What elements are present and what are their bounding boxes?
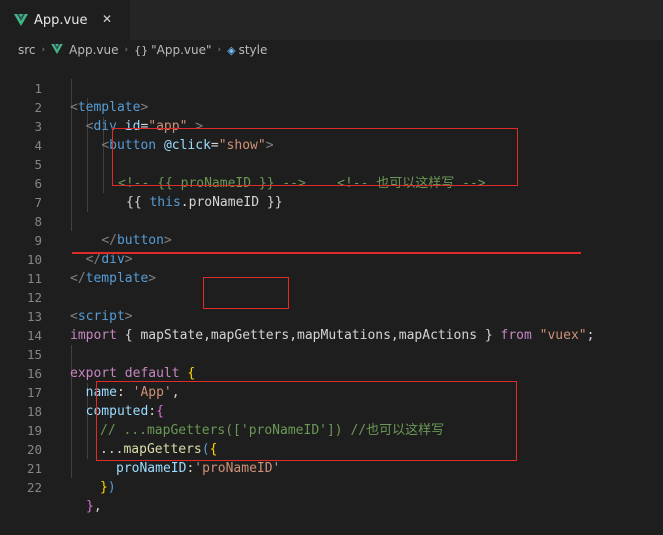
breadcrumb-folder[interactable]: src bbox=[18, 43, 36, 57]
comma: , bbox=[93, 499, 102, 514]
vue-logo-icon bbox=[14, 14, 28, 26]
line-number: 22 bbox=[26, 480, 42, 495]
brace: } bbox=[100, 480, 108, 495]
breadcrumb-file[interactable]: App.vue bbox=[51, 43, 119, 57]
chevron-right-icon: › bbox=[217, 45, 222, 55]
breadcrumb: src › App.vue › {} "App.vue" › ◈ style bbox=[0, 40, 663, 60]
paren: ) bbox=[107, 480, 116, 495]
tab-app-vue[interactable]: App.vue ✕ bbox=[0, 0, 130, 40]
code-line: 8 </button> bbox=[0, 193, 663, 248]
breadcrumb-object[interactable]: {} "App.vue" bbox=[134, 43, 211, 57]
braces-icon: {} bbox=[134, 43, 149, 57]
code-line: 22 }, bbox=[0, 459, 663, 514]
brace: } bbox=[86, 499, 94, 514]
highlight-box-template bbox=[112, 128, 518, 186]
breadcrumb-section-label: style bbox=[238, 43, 268, 57]
cube-icon: ◈ bbox=[227, 43, 236, 57]
code-editor[interactable]: 1 <template> 2 <div id="app" > 3 <button… bbox=[0, 60, 663, 514]
code-line: 14 bbox=[0, 307, 663, 343]
code-line: 12 <script> bbox=[0, 269, 663, 324]
code-line: 3 <button @click="show"> bbox=[0, 98, 663, 153]
code-line: 13 import { mapState,mapGetters,mapMutat… bbox=[0, 288, 663, 343]
code-line: 16 name: 'App', bbox=[0, 345, 663, 400]
chevron-right-icon: › bbox=[124, 45, 129, 55]
code-line: 10 </template> bbox=[0, 231, 663, 286]
tab-bar: App.vue ✕ bbox=[0, 0, 663, 40]
code-line: 9 </div> bbox=[0, 212, 663, 267]
highlight-box-mapgetters bbox=[203, 277, 289, 309]
tab-title: App.vue bbox=[34, 12, 88, 28]
breadcrumb-section[interactable]: ◈ style bbox=[227, 43, 267, 57]
breadcrumb-file-label: App.vue bbox=[69, 43, 119, 57]
breadcrumb-object-label: "App.vue" bbox=[151, 43, 212, 57]
chevron-right-icon: › bbox=[41, 45, 46, 55]
highlight-underline bbox=[72, 252, 581, 254]
code-line: 15 export default { bbox=[0, 326, 663, 381]
close-icon[interactable]: ✕ bbox=[102, 12, 112, 26]
vue-logo-icon bbox=[51, 44, 65, 56]
code-line: 2 <div id="app" > bbox=[0, 79, 663, 134]
highlight-box-computed bbox=[96, 381, 517, 461]
code-line: 1 <template> bbox=[0, 60, 663, 115]
